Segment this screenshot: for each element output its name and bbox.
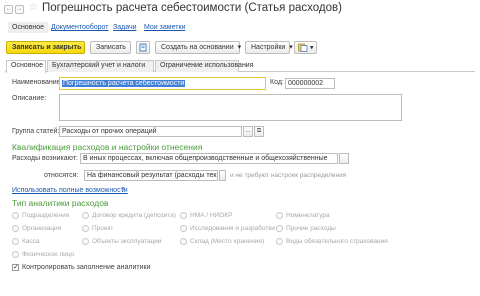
tab-accounting-taxes[interactable]: Бухгалтерский учет и налоги — [47, 60, 154, 72]
analytics-option-label: Исследования и разработки — [190, 225, 275, 232]
name-label: Наименование: — [12, 79, 63, 86]
tab-usage-restriction[interactable]: Ограничение использования — [155, 60, 254, 72]
help-icon[interactable]: ? — [121, 187, 125, 194]
chevron-down-icon: ▾ — [309, 44, 314, 52]
description-field[interactable] — [59, 94, 402, 121]
favorite-star-icon[interactable]: ☆ — [29, 3, 38, 13]
arise-field[interactable]: В иных процессах, включая общепроизводст… — [80, 153, 338, 164]
code-field[interactable]: 000000002 — [285, 78, 335, 89]
name-field[interactable]: Погрешность расчета себестоимости — [59, 77, 266, 90]
analytics-option-radio[interactable] — [180, 225, 187, 232]
analytics-option-radio[interactable] — [82, 212, 89, 219]
save-and-close-button[interactable]: Записать и закрыть — [6, 41, 85, 54]
window-title: Погрешность расчета себестоимости (Стать… — [42, 2, 342, 14]
analytics-option-label: Подразделение — [22, 212, 70, 219]
analytics-option-label: Прочие расходы — [286, 225, 336, 232]
open-icon: ⧉ — [256, 128, 262, 134]
analytics-option-radio[interactable] — [12, 251, 19, 258]
analytics-option-label: Касса — [22, 238, 40, 245]
analytics-option-radio[interactable] — [180, 212, 187, 219]
analytics-option-radio[interactable] — [12, 238, 19, 245]
back-arrow-icon: ← — [5, 6, 12, 12]
arise-label: Расходы возникают: — [12, 155, 78, 162]
analytics-option-label: Номенклатура — [286, 212, 330, 219]
forward-button[interactable]: → — [15, 5, 24, 14]
save-button[interactable]: Записать — [90, 41, 131, 54]
analytics-option-radio[interactable] — [276, 212, 283, 219]
group-label: Группа статей: — [12, 128, 60, 135]
control-analytics-checkbox[interactable]: ✓ — [12, 264, 19, 271]
analytics-heading: Тип аналитики расходов — [12, 198, 109, 208]
qualification-heading: Квалификация расходов и настройки отнесе… — [12, 142, 203, 152]
document-icon-button[interactable] — [136, 41, 150, 54]
analytics-option-label: Физическое лицо — [22, 251, 75, 258]
analytics-option-label: Объекты эксплуатации — [92, 238, 162, 245]
settings-label: Настройки — [251, 44, 286, 51]
analytics-option-label: Виды обязательного страхования — [286, 238, 388, 245]
document-icon — [139, 43, 147, 52]
attributed-label: относятся: — [44, 172, 79, 179]
control-analytics-label: Контролировать заполнение аналитики — [22, 264, 151, 271]
analytics-option-radio[interactable] — [82, 238, 89, 245]
name-value: Погрешность расчета себестоимости — [62, 80, 186, 87]
analytics-option-radio[interactable] — [12, 225, 19, 232]
analytics-option-radio[interactable] — [276, 238, 283, 245]
nav-tab-main[interactable]: Основное — [8, 22, 49, 33]
analytics-option-label: Проект — [92, 225, 114, 232]
nav-tab-notes[interactable]: Мои заметки — [144, 24, 185, 31]
attributed-field[interactable]: На финансовый результат (расходы тек. пе… — [84, 170, 218, 181]
nav-tab-tasks[interactable]: Задачи — [113, 24, 137, 31]
analytics-option-radio[interactable] — [180, 238, 187, 245]
arise-select-button[interactable] — [339, 153, 349, 164]
attributed-select-button[interactable] — [219, 170, 226, 181]
reports-icon — [298, 43, 308, 52]
analytics-option-radio[interactable] — [12, 212, 19, 219]
forward-arrow-icon: → — [16, 6, 23, 12]
attributed-hint: и не требуют настроек распределения — [230, 172, 347, 179]
chevron-down-icon: ▾ — [289, 44, 293, 51]
create-based-on-label: Создать на основании — [161, 44, 234, 51]
create-based-on-button[interactable]: Создать на основании ▾ — [155, 41, 242, 54]
analytics-option-label: Склад (Место хранения) — [190, 238, 265, 245]
tab-main[interactable]: Основное — [6, 60, 46, 73]
analytics-option-radio[interactable] — [276, 225, 283, 232]
reports-menu-button[interactable]: ▾ — [294, 41, 317, 54]
group-select-button[interactable]: ... — [243, 126, 253, 137]
settings-button[interactable]: Настройки ▾ — [245, 41, 293, 54]
group-open-button[interactable]: ⧉ — [254, 126, 264, 137]
group-field[interactable]: Расходы от прочих операций — [59, 126, 242, 137]
full-features-link[interactable]: Использовать полные возможности — [12, 187, 128, 194]
analytics-option-radio[interactable] — [82, 225, 89, 232]
back-button[interactable]: ← — [4, 5, 13, 14]
analytics-option-label: НМА / НИОКР — [190, 212, 233, 219]
title-bar: ← → ☆ Погрешность расчета себестоимости … — [0, 0, 480, 18]
chevron-down-icon: ▾ — [237, 44, 242, 51]
nav-tab-docflow[interactable]: Документооборот — [51, 24, 109, 31]
code-label: Код: — [270, 79, 284, 86]
description-label: Описание: — [12, 95, 47, 102]
analytics-option-label: Организация — [22, 225, 62, 232]
analytics-option-label: Договор кредита (депозита) — [92, 212, 176, 219]
